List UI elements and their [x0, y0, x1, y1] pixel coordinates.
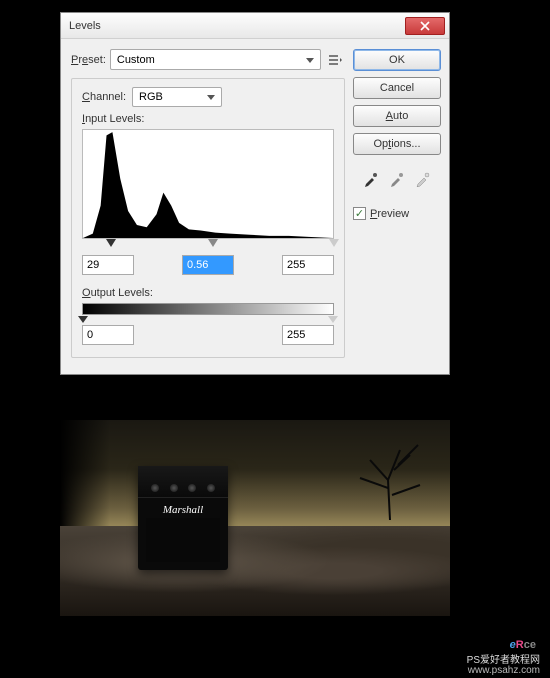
output-black-field[interactable]: 0	[82, 325, 134, 345]
eyedropper-white[interactable]	[413, 169, 433, 189]
eyedropper-black[interactable]	[361, 169, 381, 189]
input-gamma-handle[interactable]	[208, 239, 218, 247]
amp-brand: Marshall	[138, 504, 228, 516]
input-white-handle[interactable]	[329, 239, 339, 247]
channel-select[interactable]: RGB	[132, 87, 222, 107]
right-column: OK Cancel Auto Options... ✓ Preview	[353, 49, 441, 358]
eyedropper-gray[interactable]	[387, 169, 407, 189]
menu-icon	[328, 54, 342, 66]
output-levels-label: Output Levels:	[82, 287, 153, 299]
auto-button[interactable]: Auto	[353, 105, 441, 127]
preview-checkbox[interactable]: ✓	[353, 207, 366, 220]
eyedropper-icon	[415, 171, 431, 187]
watermark-text: PS爱好者教程网	[467, 651, 540, 666]
rocks	[60, 526, 450, 616]
preset-row: Preset: Custom	[71, 49, 345, 70]
close-icon	[420, 21, 430, 31]
channel-row: Channel: RGB	[82, 87, 334, 107]
histogram	[82, 129, 334, 239]
eyedropper-row	[353, 169, 441, 189]
output-gradient	[82, 303, 334, 315]
dialog-body: Preset: Custom Channel: RGB Input Levels…	[61, 39, 449, 374]
close-button[interactable]	[405, 17, 445, 35]
preview-row: ✓ Preview	[353, 207, 441, 220]
output-black-handle[interactable]	[78, 316, 88, 323]
channel-value: RGB	[139, 91, 163, 103]
input-black-handle[interactable]	[106, 239, 116, 247]
input-white-field[interactable]: 255	[282, 255, 334, 275]
input-values-row: 29 0.56 255	[82, 255, 334, 275]
watermark-url: www.psahz.com	[468, 665, 540, 676]
dialog-title: Levels	[69, 20, 405, 32]
input-levels-label: Input Levels:	[82, 113, 144, 125]
amp-grill	[146, 518, 220, 562]
image-preview: Marshall	[60, 420, 450, 616]
bare-tree	[350, 430, 430, 520]
amp-panel	[138, 466, 228, 498]
levels-group: Channel: RGB Input Levels: 29 0.56	[71, 78, 345, 358]
input-gamma-field[interactable]: 0.56	[182, 255, 234, 275]
titlebar[interactable]: Levels	[61, 13, 449, 39]
output-values-row: 0 255	[82, 325, 334, 345]
options-button[interactable]: Options...	[353, 133, 441, 155]
preset-value: Custom	[117, 54, 155, 66]
histogram-chart	[83, 130, 333, 238]
levels-dialog: Levels Preset: Custom Channel: RGB Input…	[60, 12, 450, 375]
eyedropper-icon	[363, 171, 379, 187]
output-white-handle[interactable]	[328, 316, 338, 323]
preset-menu-button[interactable]	[325, 51, 345, 69]
input-black-field[interactable]: 29	[82, 255, 134, 275]
input-slider-track	[82, 239, 334, 249]
preset-select[interactable]: Custom	[110, 49, 321, 70]
output-white-field[interactable]: 255	[282, 325, 334, 345]
eyedropper-icon	[389, 171, 405, 187]
preset-label: Preset:	[71, 54, 106, 66]
cancel-button[interactable]: Cancel	[353, 77, 441, 99]
dark-figure	[60, 420, 110, 540]
channel-label: Channel:	[82, 91, 126, 103]
left-column: Preset: Custom Channel: RGB Input Levels…	[71, 49, 345, 358]
amplifier: Marshall	[138, 466, 228, 570]
preview-label: Preview	[370, 208, 409, 220]
ok-button[interactable]: OK	[353, 49, 441, 71]
